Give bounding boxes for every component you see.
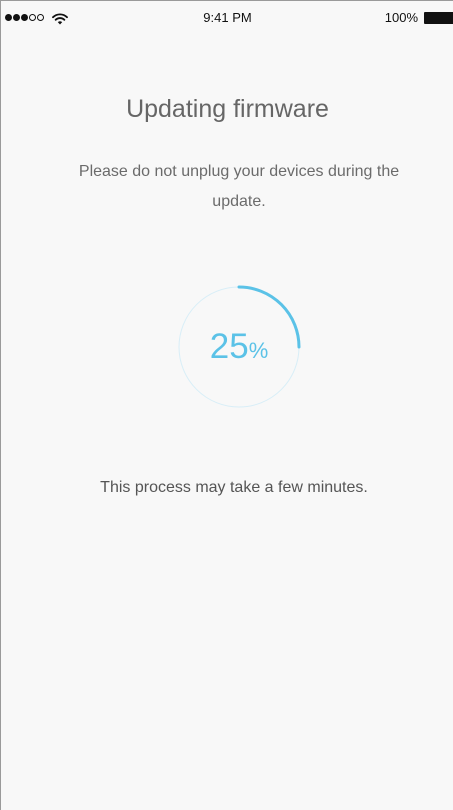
duration-note: This process may take a few minutes. [100,479,368,496]
battery-icon [424,12,453,24]
battery-percent: 100% [384,10,418,25]
warning-message: Please do not unplug your devices during… [78,163,400,210]
phone-screen: 9:41 PM 100% Updating firmware Please do… [0,0,453,810]
progress-ring: 25 % [177,285,301,409]
progress-number: 25 [209,327,249,366]
status-bar: 9:41 PM 100% [1,1,453,37]
progress-value: 25 % [177,285,301,409]
progress-unit: % [248,338,269,363]
page-title: Updating firmware [126,95,329,123]
